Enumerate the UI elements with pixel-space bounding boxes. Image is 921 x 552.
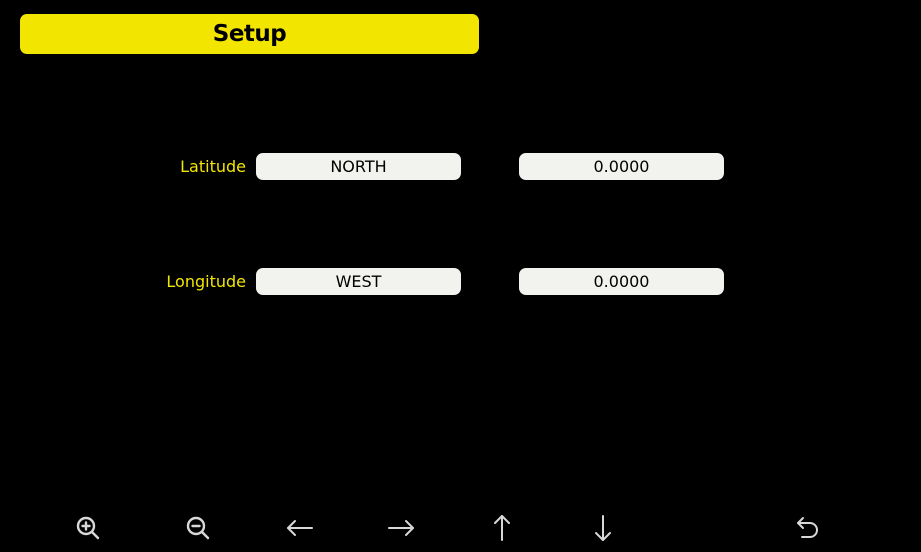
arrow-down-icon[interactable] xyxy=(583,510,623,546)
latitude-label: Latitude xyxy=(180,157,246,176)
longitude-label: Longitude xyxy=(166,272,246,291)
page-title: Setup xyxy=(212,21,287,47)
title-bar: Setup xyxy=(20,14,479,54)
zoom-in-icon[interactable] xyxy=(68,510,108,546)
longitude-value-field[interactable]: 0.0000 xyxy=(519,268,724,295)
arrow-left-icon[interactable] xyxy=(280,510,320,546)
latitude-value-field[interactable]: 0.0000 xyxy=(519,153,724,180)
back-icon[interactable] xyxy=(788,510,828,546)
zoom-out-icon[interactable] xyxy=(178,510,218,546)
arrow-up-icon[interactable] xyxy=(482,510,522,546)
longitude-direction-field[interactable]: WEST xyxy=(256,268,461,295)
latitude-direction-field[interactable]: NORTH xyxy=(256,153,461,180)
arrow-right-icon[interactable] xyxy=(381,510,421,546)
